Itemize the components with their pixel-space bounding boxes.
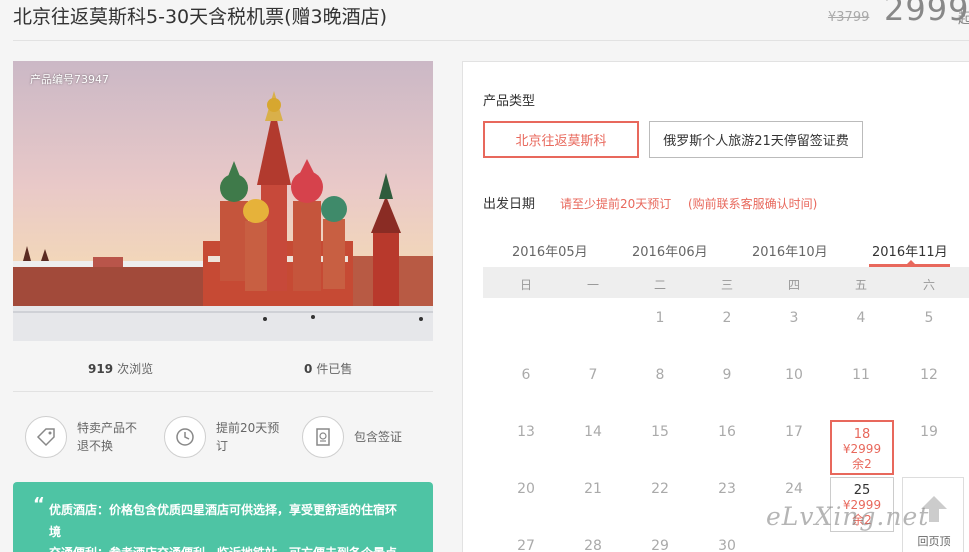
option-label: 北京往返莫斯科 — [515, 134, 607, 149]
weekday-label: 二 — [653, 278, 666, 292]
highlight-transport: 交通便利：参考酒店交通便利，临近地铁站，可方便去到各个景点 — [49, 544, 397, 552]
calendar-day: 10 — [785, 367, 803, 383]
views-stat: 919 次浏览 — [88, 360, 153, 377]
calendar-day: 9 — [722, 367, 732, 383]
weekday-label: 六 — [922, 278, 935, 292]
calendar-day: 12 — [920, 367, 938, 383]
calendar-day: 15 — [651, 424, 669, 440]
day-price: ¥2999 — [842, 442, 882, 456]
calendar-day: 4 — [856, 310, 866, 326]
views-count: 919 — [88, 362, 114, 376]
calendar-day: 3 — [789, 310, 799, 326]
sold-label: 件已售 — [316, 362, 353, 376]
weekday-label: 五 — [854, 278, 867, 292]
calendar-day: 8 — [655, 367, 665, 383]
calendar-day: 2 — [722, 310, 732, 326]
feature-line: 特卖产品不 — [77, 421, 138, 435]
views-label: 次浏览 — [117, 362, 154, 376]
contact-note: (购前联系客服确认时间) — [688, 197, 818, 211]
advance-note: 请至少提前20天预订 — [560, 197, 672, 211]
product-title: 北京往返莫斯科5-30天含税机票(赠3晚酒店) — [13, 6, 388, 28]
calendar-day: 20 — [517, 481, 535, 497]
product-code: 产品编号73947 — [30, 73, 109, 86]
calendar-day: 13 — [517, 424, 535, 440]
feature-line: 包含签证 — [354, 430, 403, 444]
sold-count: 0 — [304, 362, 313, 376]
calendar-day: 24 — [785, 481, 803, 497]
weekday-label: 日 — [519, 278, 532, 292]
header-divider — [13, 40, 969, 41]
month-tab[interactable]: 2016年10月 — [752, 241, 828, 260]
calendar-day: 27 — [517, 538, 535, 552]
calendar-day-selected[interactable]: 18 ¥2999 余2 — [830, 420, 894, 475]
calendar-day: 14 — [584, 424, 602, 440]
passport-icon — [302, 416, 344, 458]
calendar-day: 29 — [651, 538, 669, 552]
highlight-hotel: 优质酒店：价格包含优质四星酒店可供选择，享受更舒适的住宿环 — [49, 503, 398, 517]
calendar-day: 11 — [852, 367, 870, 383]
day-remaining: 余2 — [852, 457, 872, 471]
calendar-day: 22 — [651, 481, 669, 497]
month-tab-active[interactable]: 2016年11月 — [872, 241, 948, 260]
calendar-day: 5 — [924, 310, 934, 326]
stats-divider — [13, 391, 433, 392]
weekday-label: 三 — [720, 278, 733, 292]
weekday-label: 一 — [586, 278, 599, 292]
calendar-day: 30 — [718, 538, 736, 552]
calendar-day: 17 — [785, 424, 803, 440]
departure-date-label: 出发日期 — [483, 197, 536, 212]
calendar-day: 6 — [521, 367, 531, 383]
sale-price: 2999 — [884, 0, 969, 28]
product-type-option-visa[interactable]: 俄罗斯个人旅游21天停留签证费 — [649, 121, 863, 158]
calendar-day: 23 — [718, 481, 736, 497]
price-unit: 起 — [958, 11, 969, 27]
calendar-day: 1 — [655, 310, 665, 326]
feature-line: 退不换 — [77, 439, 114, 453]
highlights-box: “ 优质酒店：价格包含优质四星酒店可供选择，享受更舒适的住宿环 境 交通便利：参… — [13, 482, 433, 552]
month-tab[interactable]: 2016年06月 — [632, 241, 708, 260]
day-number: 25 — [853, 483, 871, 498]
feature-line: 提前20天预 — [216, 421, 280, 435]
product-photo — [13, 61, 433, 341]
feature-line: 订 — [216, 439, 229, 453]
calendar-day: 21 — [584, 481, 602, 497]
back-to-top-label: 回页顶 — [917, 535, 951, 548]
tag-icon — [25, 416, 67, 458]
calendar-day: 16 — [718, 424, 736, 440]
highlight-hotel-cont: 境 — [49, 525, 62, 539]
clock-icon — [164, 416, 206, 458]
quote-icon: “ — [33, 494, 45, 515]
product-type-label: 产品类型 — [483, 94, 536, 109]
calendar-day: 28 — [584, 538, 602, 552]
calendar-day: 7 — [588, 367, 598, 383]
original-price: ¥3799 — [828, 10, 870, 25]
sold-stat: 0 件已售 — [304, 360, 352, 377]
option-label: 俄罗斯个人旅游21天停留签证费 — [663, 134, 849, 149]
day-number: 18 — [853, 427, 871, 442]
product-type-option-flight[interactable]: 北京往返莫斯科 — [483, 121, 639, 158]
month-tab[interactable]: 2016年05月 — [512, 241, 588, 260]
calendar-day: 19 — [920, 424, 938, 440]
active-month-caret — [906, 260, 916, 265]
watermark: eLvXing.net — [766, 502, 930, 531]
weekday-label: 四 — [787, 278, 800, 292]
